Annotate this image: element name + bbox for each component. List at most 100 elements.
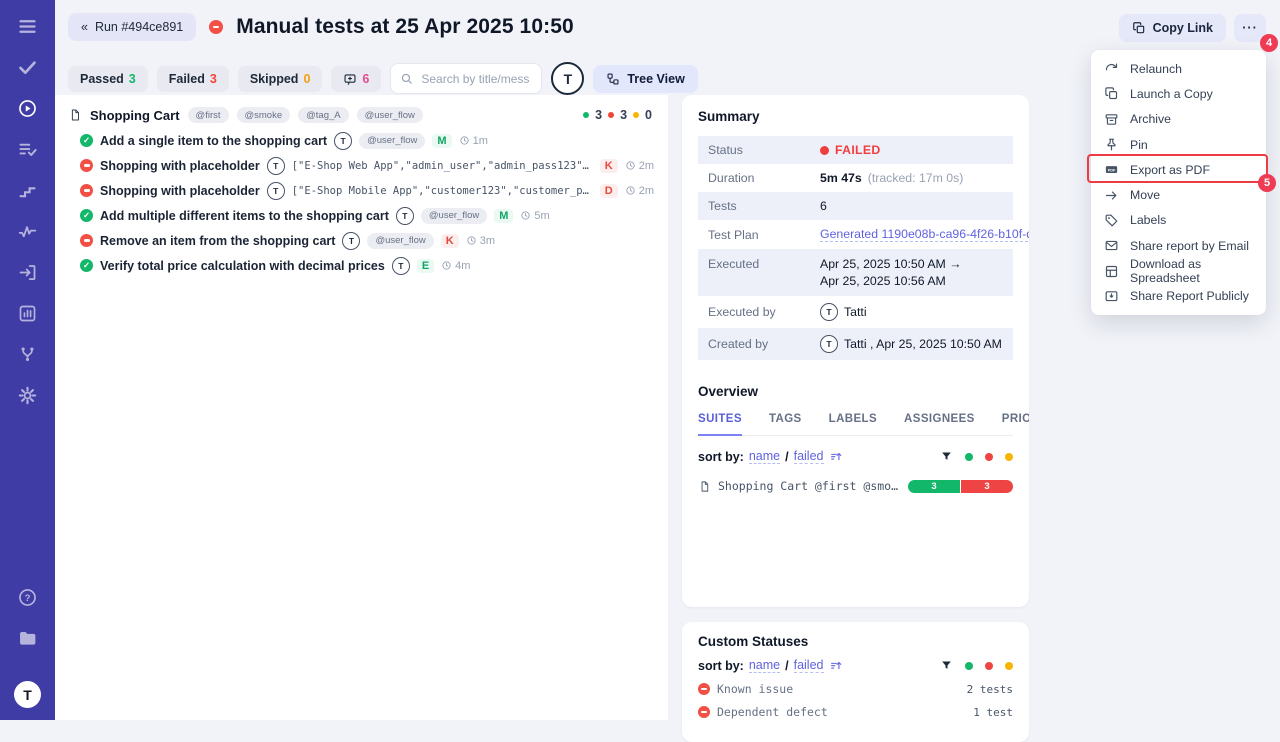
status-initial: K [600,159,618,173]
filter-skipped[interactable]: Skipped0 [238,66,323,92]
executed-to: Apr 25, 2025 10:56 AM [820,273,1003,290]
toggle-passed-dot[interactable] [965,453,973,461]
testomat-logo-icon[interactable]: T [551,62,584,95]
test-row[interactable]: Add a single item to the shopping cart T… [68,128,654,153]
tab-assignees[interactable]: ASSIGNEES [904,413,975,435]
menu-icon[interactable] [16,14,40,38]
copy-link-button[interactable]: Copy Link [1119,14,1226,42]
test-title[interactable]: Shopping with placeholder [100,159,260,173]
test-passed-icon [80,134,93,147]
sort-by-name-link[interactable]: name [749,449,780,464]
import-icon[interactable] [16,260,40,284]
executed-by-value: Tatti [844,305,867,319]
menu-item-launch-a-copy[interactable]: Launch a Copy [1091,81,1266,106]
summary-row-duration: Duration 5m 47s(tracked: 17m 0s) [698,164,1013,192]
test-title[interactable]: Add a single item to the shopping cart [100,134,327,148]
overview-sort-row: sort by: name / failed [698,449,1013,464]
menu-item-export-as-pdf[interactable]: PDF Export as PDF [1091,157,1266,182]
tab-tags[interactable]: TAGS [769,413,802,435]
search-input[interactable] [419,71,532,87]
test-row[interactable]: Remove an item from the shopping cart T … [68,228,654,253]
suite-tag[interactable]: @user_flow [357,107,423,123]
test-duration: 2m [625,160,654,172]
test-title[interactable]: Shopping with placeholder [100,184,260,198]
toggle-skipped-dot[interactable] [1005,453,1013,461]
runs-play-icon[interactable] [16,96,40,120]
test-passed-icon [80,259,93,272]
failed-label: Failed [169,72,205,86]
custom-status-count: 2 tests [967,683,1013,696]
filter-failed[interactable]: Failed3 [157,66,229,92]
analytics-icon[interactable] [16,301,40,325]
sort-by-failed-link[interactable]: failed [794,449,824,464]
creator-avatar: T [820,335,838,353]
test-row[interactable]: Add multiple different items to the shop… [68,203,654,228]
menu-item-relaunch[interactable]: Relaunch [1091,56,1266,81]
custom-statuses-sort-row: sort by: name / failed [698,658,1013,673]
toggle-failed-dot[interactable] [985,453,993,461]
test-list-panel: Shopping Cart @first @smoke @tag_A @user… [55,95,668,720]
menu-item-archive[interactable]: Archive [1091,107,1266,132]
test-row[interactable]: Verify total price calculation with deci… [68,253,654,278]
test-title[interactable]: Verify total price calculation with deci… [100,259,385,273]
duration-label: Duration [708,171,820,185]
test-row[interactable]: Shopping with placeholder T ["E-Shop Web… [68,153,654,178]
toggle-failed-dot[interactable] [985,662,993,670]
filter-comments[interactable]: 6 [331,66,381,92]
projects-folder-icon[interactable] [16,626,40,650]
test-plan-link[interactable]: Generated 1190e08b-ca96-4f26-b10f-d6dc..… [820,227,1029,242]
test-row[interactable]: Shopping with placeholder T ["E-Shop Mob… [68,178,654,203]
menu-item-share-report-publicly[interactable]: Share Report Publicly [1091,284,1266,309]
custom-status-row[interactable]: Dependent defect 1 test [698,705,1013,719]
status-initial: K [441,234,459,248]
failed-dot [608,112,614,118]
archive-icon [1104,112,1119,127]
filter-passed[interactable]: Passed3 [68,66,148,92]
test-plans-icon[interactable] [16,137,40,161]
tab-priority[interactable]: PRIORITY [1002,413,1029,435]
suite-header-row[interactable]: Shopping Cart @first @smoke @tag_A @user… [68,102,654,128]
menu-item-download-as-spreadsheet[interactable]: Download as Spreadsheet [1091,258,1266,283]
menu-item-labels[interactable]: Labels [1091,208,1266,233]
user-avatar[interactable]: T [14,681,41,708]
menu-item-pin[interactable]: Pin [1091,132,1266,157]
suite-tag[interactable]: @smoke [237,107,291,123]
tests-check-icon[interactable] [16,55,40,79]
sort-by-failed-link[interactable]: failed [794,658,824,673]
overview-tabs: SUITES TAGS LABELS ASSIGNEES PRIORITY [698,413,1013,436]
copy-icon [1104,86,1119,101]
funnel-filter-icon[interactable] [940,450,953,463]
steps-icon[interactable] [16,178,40,202]
tab-labels[interactable]: LABELS [829,413,877,435]
test-duration: 1m [459,135,488,147]
sort-by-label: sort by: [698,659,744,673]
test-tag[interactable]: @user_flow [359,133,425,149]
suite-tag[interactable]: @tag_A [298,107,348,123]
overview-suite-name[interactable]: Shopping Cart @first @smoke … [718,479,901,493]
custom-status-row[interactable]: Known issue 2 tests [698,682,1013,696]
back-to-run-button[interactable]: «Run #494ce891 [68,13,196,41]
pulse-icon[interactable] [16,219,40,243]
menu-item-share-report-by-email[interactable]: Share report by Email [1091,233,1266,258]
suite-failed-count: 3 [620,108,627,122]
tab-suites[interactable]: SUITES [698,413,742,436]
overview-suite-row[interactable]: Shopping Cart @first @smoke … 3 3 [698,479,1013,493]
duration-tracked: (tracked: 17m 0s) [868,171,964,185]
funnel-filter-icon[interactable] [940,659,953,672]
suite-tag[interactable]: @first [188,107,229,123]
pass-fail-bar: 3 3 [908,480,1013,493]
branch-icon[interactable] [16,342,40,366]
toggle-skipped-dot[interactable] [1005,662,1013,670]
test-tag[interactable]: @user_flow [421,208,487,224]
test-tag[interactable]: @user_flow [367,233,433,249]
test-title[interactable]: Remove an item from the shopping cart [100,234,335,248]
settings-gear-icon[interactable] [16,383,40,407]
sort-by-name-link[interactable]: name [749,658,780,673]
test-failed-icon [80,159,93,172]
help-icon[interactable]: ? [16,585,40,609]
test-title[interactable]: Add multiple different items to the shop… [100,209,389,223]
toggle-passed-dot[interactable] [965,662,973,670]
tree-view-button[interactable]: Tree View [593,65,697,93]
menu-item-move[interactable]: Move [1091,182,1266,207]
summary-row-created-by: Created by TTatti , Apr 25, 2025 10:50 A… [698,328,1013,360]
